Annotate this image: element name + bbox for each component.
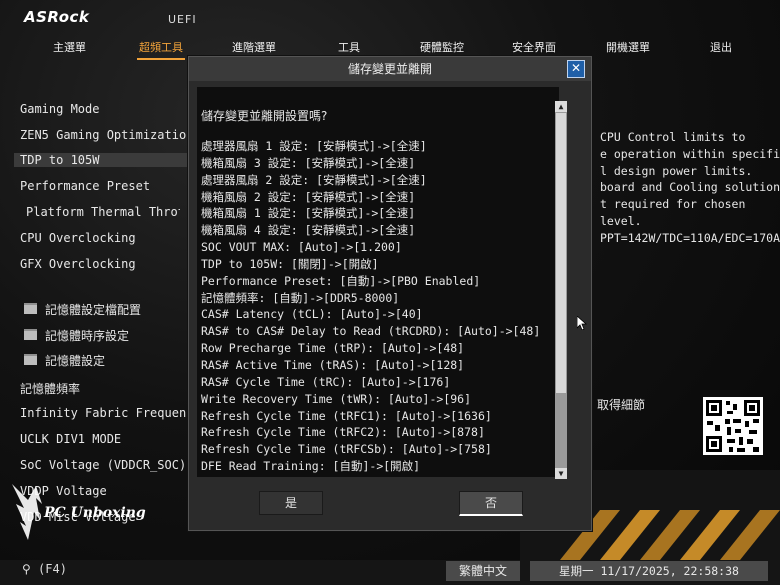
language-button[interactable]: 繁體中文 [446, 561, 520, 581]
list-item: RAS# to CAS# Delay to Read (tRCDRD): [Au… [201, 324, 541, 339]
mouse-cursor-icon [577, 316, 587, 330]
asrock-logo: ASRock [24, 8, 90, 26]
menu-item-tdp-105w[interactable]: TDP to 105W [14, 153, 192, 167]
list-item: Write Recovery Time (tWR): [Auto]->[96] [201, 391, 472, 406]
uefi-label: UEFI [168, 13, 197, 26]
no-button[interactable]: 否 [459, 491, 523, 516]
list-item: Performance Preset: [自動]->[PBO Enabled] [201, 273, 481, 288]
folder-icon [24, 354, 37, 365]
list-item: TDP to 105W: [關閉]->[開啟] [201, 256, 379, 271]
dialog-scrollbar[interactable]: ▲ ▼ [555, 101, 567, 479]
menu-item-gaming-mode[interactable]: Gaming Mode [20, 102, 99, 116]
list-item: Refresh Cycle Time (tRFCSb): [Auto]->[75… [201, 442, 492, 457]
menu-item-memory-settings[interactable]: 記憶體設定 [24, 352, 105, 369]
menu-item-soc-voltage[interactable]: SoC Voltage (VDDCR_SOC) [20, 458, 186, 472]
list-item: 機箱風扇 3 設定: [安靜模式]->[全速] [201, 155, 416, 170]
list-item: Refresh Cycle Time (tRFC1): [Auto]->[163… [201, 408, 492, 423]
menu-item-memory-profile[interactable]: 記憶體設定檔配置 [24, 301, 141, 318]
scrollbar-thumb[interactable] [556, 113, 566, 393]
list-item: RAS# Active Time (tRAS): [Auto]->[128] [201, 357, 465, 372]
list-item: 機箱風扇 1 設定: [安靜模式]->[全速] [201, 206, 416, 221]
folder-icon [24, 303, 37, 314]
menu-item-uclk-div1[interactable]: UCLK DIV1 MODE [20, 432, 121, 446]
list-item: CAS# Latency (tCL): [Auto]->[40] [201, 307, 423, 322]
tab-exit[interactable]: 退出 [708, 40, 734, 58]
menu-item-cpu-overclocking[interactable]: CPU Overclocking [20, 231, 136, 245]
list-item: 處理器風扇 2 設定: [安靜模式]->[全速] [201, 172, 427, 187]
menu-item-memory-frequency[interactable]: 記憶體頻率 [20, 380, 80, 397]
tab-main[interactable]: 主選單 [51, 40, 88, 58]
list-item: Refresh Cycle Time (tRFC2): [Auto]->[878… [201, 425, 485, 440]
list-item: 記憶體頻率: [自動]->[DDR5-8000] [201, 290, 400, 305]
save-exit-dialog: 儲存變更並離開 ✕ 儲存變更並離開設置嗎? 處理器風扇 1 設定: [安靜模式]… [188, 56, 592, 531]
close-icon[interactable]: ✕ [567, 60, 585, 78]
scroll-down-icon[interactable]: ▼ [555, 468, 567, 479]
menu-item-gfx-overclocking[interactable]: GFX Overclocking [20, 257, 136, 271]
folder-icon [24, 329, 37, 340]
watermark-text: PC Unboxing [44, 505, 146, 521]
list-item: 機箱風扇 2 設定: [安靜模式]->[全速] [201, 189, 416, 204]
list-item: 機箱風扇 4 設定: [安靜模式]->[全速] [201, 223, 416, 238]
datetime-display: 星期一 11/17/2025, 22:58:38 [530, 561, 768, 581]
menu-item-memory-timing[interactable]: 記憶體時序設定 [24, 327, 129, 344]
qr-code-icon [703, 397, 763, 455]
list-item: Row Precharge Time (tRP): [Auto]->[48] [201, 341, 465, 356]
dialog-title: 儲存變更並離開 [189, 57, 591, 81]
list-item: SOC VOUT MAX: [Auto]->[1.200] [201, 240, 402, 255]
tab-boot[interactable]: 開機選單 [604, 40, 652, 58]
list-item: DFE Read Training: [自動]->[開啟] [201, 459, 421, 474]
help-description: CPU Control limits to e operation within… [600, 130, 780, 245]
list-item: RAS# Cycle Time (tRC): [Auto]->[176] [201, 374, 451, 389]
menu-item-zen5-gaming[interactable]: ZEN5 Gaming Optimizations [20, 128, 201, 142]
menu-item-thermal-throttle[interactable]: Platform Thermal Throttle L [26, 205, 180, 219]
bios-screen: ASRock UEFI 主選單 超頻工具 進階選單 工具 硬體監控 安全界面 開… [0, 0, 780, 585]
get-details-label[interactable]: 取得細節 [597, 396, 645, 413]
scroll-up-icon[interactable]: ▲ [555, 101, 567, 112]
dialog-question: 儲存變更並離開設置嗎? [201, 109, 328, 123]
menu-item-infinity-fabric[interactable]: Infinity Fabric Frequency [20, 406, 201, 420]
menu-item-performance-preset[interactable]: Performance Preset [20, 179, 150, 193]
tab-oc-tweaker[interactable]: 超頻工具 [137, 40, 185, 60]
yes-button[interactable]: 是 [259, 491, 323, 515]
changes-list: 處理器風扇 1 設定: [安靜模式]->[全速] 機箱風扇 3 設定: [安靜模… [201, 138, 540, 475]
search-button[interactable]: ⚲ (F4) [22, 562, 67, 576]
search-icon: ⚲ [22, 562, 31, 576]
list-item: 處理器風扇 1 設定: [安靜模式]->[全速] [201, 139, 427, 153]
